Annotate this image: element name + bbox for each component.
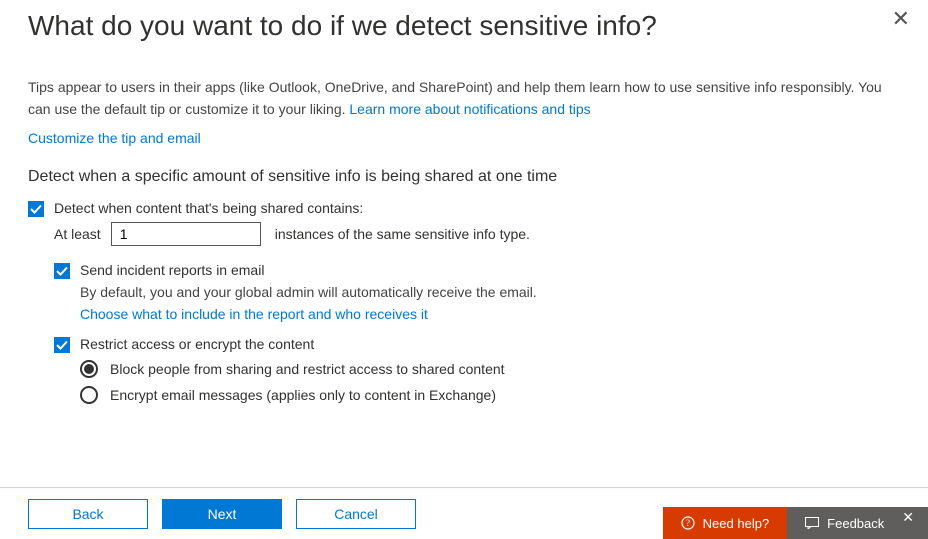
detect-label: Detect when content that's being shared … <box>54 200 363 216</box>
incident-label: Send incident reports in email <box>80 262 264 278</box>
radio-encrypt-row[interactable]: Encrypt email messages (applies only to … <box>80 386 900 404</box>
wizard-page: ✕ What do you want to do if we detect se… <box>0 0 928 539</box>
feedback-close-icon[interactable]: ✕ <box>902 509 914 526</box>
help-icon: ? <box>681 516 695 530</box>
footer-right: ? Need help? Feedback ✕ <box>663 507 928 539</box>
at-least-suffix: instances of the same sensitive info typ… <box>275 226 530 242</box>
close-icon[interactable]: ✕ <box>892 8 910 30</box>
feedback-label: Feedback <box>827 516 884 531</box>
svg-text:?: ? <box>686 518 690 528</box>
learn-more-link[interactable]: Learn more about notifications and tips <box>349 101 590 117</box>
page-title: What do you want to do if we detect sens… <box>28 10 900 42</box>
incident-desc: By default, you and your global admin wi… <box>80 284 900 300</box>
radio-encrypt-label: Encrypt email messages (applies only to … <box>110 387 496 403</box>
tips-text: Tips appear to users in their apps (like… <box>28 77 900 120</box>
footer-buttons: Back Next Cancel <box>28 499 416 529</box>
radio-block-label: Block people from sharing and restrict a… <box>110 361 505 377</box>
cancel-button[interactable]: Cancel <box>296 499 416 529</box>
section-heading: Detect when a specific amount of sensiti… <box>28 168 900 186</box>
feedback-icon <box>805 517 819 529</box>
radio-block-row[interactable]: Block people from sharing and restrict a… <box>80 360 900 378</box>
customize-tip-link[interactable]: Customize the tip and email <box>28 130 201 146</box>
incident-checkbox[interactable] <box>54 263 70 279</box>
content-area: What do you want to do if we detect sens… <box>0 0 928 404</box>
at-least-row: At least instances of the same sensitive… <box>54 222 900 246</box>
restrict-checkbox[interactable] <box>54 337 70 353</box>
at-least-input[interactable] <box>111 222 261 246</box>
feedback-button[interactable]: Feedback ✕ <box>787 507 928 539</box>
at-least-label: At least <box>54 226 101 242</box>
back-button[interactable]: Back <box>28 499 148 529</box>
restrict-label: Restrict access or encrypt the content <box>80 336 314 352</box>
radio-encrypt[interactable] <box>80 386 98 404</box>
next-button[interactable]: Next <box>162 499 282 529</box>
detect-checkbox[interactable] <box>28 201 44 217</box>
incident-config-link[interactable]: Choose what to include in the report and… <box>80 306 428 322</box>
need-help-button[interactable]: ? Need help? <box>663 507 788 539</box>
need-help-label: Need help? <box>703 516 770 531</box>
footer-bar: Back Next Cancel ? Need help? Feedback ✕ <box>0 487 928 539</box>
radio-block[interactable] <box>80 360 98 378</box>
